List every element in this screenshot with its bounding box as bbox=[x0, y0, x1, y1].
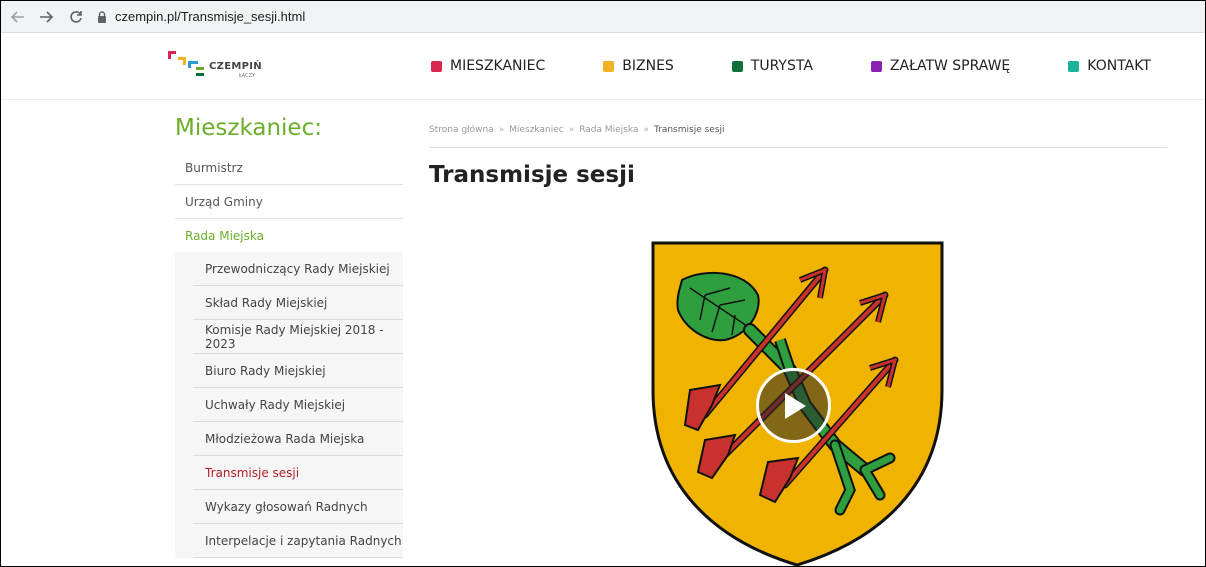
sidebar-menu: Burmistrz Urząd Gminy Rada Miejska Przew… bbox=[175, 151, 403, 558]
submenu-item[interactable]: Uchwały Rady Miejskiej bbox=[193, 388, 403, 422]
nav-label: KONTAKT bbox=[1087, 58, 1151, 74]
logo-subtext: ŁĄCZY bbox=[239, 73, 256, 79]
submenu-item[interactable]: Biuro Rady Miejskiej bbox=[193, 354, 403, 388]
main-content: Strona główna » Mieszkaniec » Rada Miejska » T… bbox=[429, 99, 1167, 188]
square-icon bbox=[603, 60, 615, 72]
back-icon[interactable] bbox=[7, 6, 29, 28]
breadcrumb-link[interactable]: Rada Miejska bbox=[579, 125, 638, 135]
square-icon bbox=[431, 60, 442, 72]
nav-label: ZAŁATW SPRAWĘ bbox=[889, 58, 1011, 74]
page-frame: czempin.pl/Transmisje_sesji.html CZEMPIŃ… bbox=[0, 0, 1206, 567]
sidebar-title: Mieszkaniec: bbox=[175, 115, 322, 141]
breadcrumb-separator: » bbox=[643, 125, 649, 135]
site-logo[interactable]: CZEMPIŃ ŁĄCZY bbox=[166, 49, 276, 85]
play-icon bbox=[780, 391, 808, 421]
nav-item-turysta[interactable]: TURYSTA bbox=[731, 58, 813, 74]
nav-label: MIESZKANIEC bbox=[450, 58, 546, 74]
square-icon bbox=[1068, 60, 1080, 72]
forward-icon[interactable] bbox=[35, 6, 57, 28]
logo-text: CZEMPIŃ bbox=[209, 61, 262, 72]
nav-label: BIZNES bbox=[622, 58, 674, 74]
nav-item-kontakt[interactable]: KONTAKT bbox=[1068, 58, 1151, 74]
breadcrumb: Strona główna » Mieszkaniec » Rada Miejska » T… bbox=[429, 99, 1167, 148]
sidebar-submenu: Przewodniczący Rady Miejskiej Skład Rady… bbox=[175, 252, 403, 558]
nav-item-mieszkaniec[interactable]: MIESZKANIEC bbox=[431, 58, 545, 74]
lock-icon bbox=[95, 10, 109, 24]
url-text[interactable]: czempin.pl/Transmisje_sesji.html bbox=[115, 9, 305, 24]
nav-item-zalatw-sprawe[interactable]: ZAŁATW SPRAWĘ bbox=[870, 58, 1011, 74]
reload-icon[interactable] bbox=[65, 6, 87, 28]
submenu-item[interactable]: Interpelacje i zapytania Radnych bbox=[193, 524, 403, 558]
breadcrumb-separator: » bbox=[498, 125, 505, 135]
submenu-item[interactable]: Przewodniczący Rady Miejskiej bbox=[193, 252, 403, 286]
nav-label: TURYSTA bbox=[750, 58, 813, 74]
sidebar-item-urzad-gminy[interactable]: Urząd Gminy bbox=[175, 185, 403, 219]
breadcrumb-link[interactable]: Mieszkaniec bbox=[509, 125, 563, 135]
main-nav: MIESZKANIEC BIZNES TURYSTA ZAŁATW SPRAWĘ… bbox=[431, 58, 1151, 74]
browser-toolbar: czempin.pl/Transmisje_sesji.html bbox=[1, 1, 1205, 33]
sidebar-item-burmistrz[interactable]: Burmistrz bbox=[175, 151, 403, 185]
breadcrumb-separator: » bbox=[568, 125, 575, 135]
square-icon bbox=[731, 60, 743, 72]
page-title: Transmisje sesji bbox=[429, 162, 635, 188]
square-icon bbox=[870, 60, 882, 72]
breadcrumb-link[interactable]: Strona główna bbox=[429, 125, 494, 135]
submenu-item[interactable]: Skład Rady Miejskiej bbox=[193, 286, 403, 320]
submenu-item-current[interactable]: Transmisje sesji bbox=[193, 456, 403, 490]
submenu-item[interactable]: Komisje Rady Miejskiej 2018 - 2023 bbox=[193, 320, 403, 354]
submenu-item[interactable]: Wykazy głosowań Radnych bbox=[193, 490, 403, 524]
nav-item-biznes[interactable]: BIZNES bbox=[603, 58, 674, 74]
address-bar[interactable]: czempin.pl/Transmisje_sesji.html bbox=[95, 5, 305, 29]
submenu-item[interactable]: Młodzieżowa Rada Miejska bbox=[193, 422, 403, 456]
sidebar: Mieszkaniec: Burmistrz Urząd Gminy Rada … bbox=[175, 99, 403, 558]
sidebar-item-rada-miejska[interactable]: Rada Miejska bbox=[175, 219, 403, 252]
breadcrumb-current: Transmisje sesji bbox=[653, 125, 725, 135]
site-header: CZEMPIŃ ŁĄCZY MIESZKANIEC BIZNES TURYSTA… bbox=[1, 33, 1205, 100]
play-button[interactable] bbox=[756, 368, 831, 443]
